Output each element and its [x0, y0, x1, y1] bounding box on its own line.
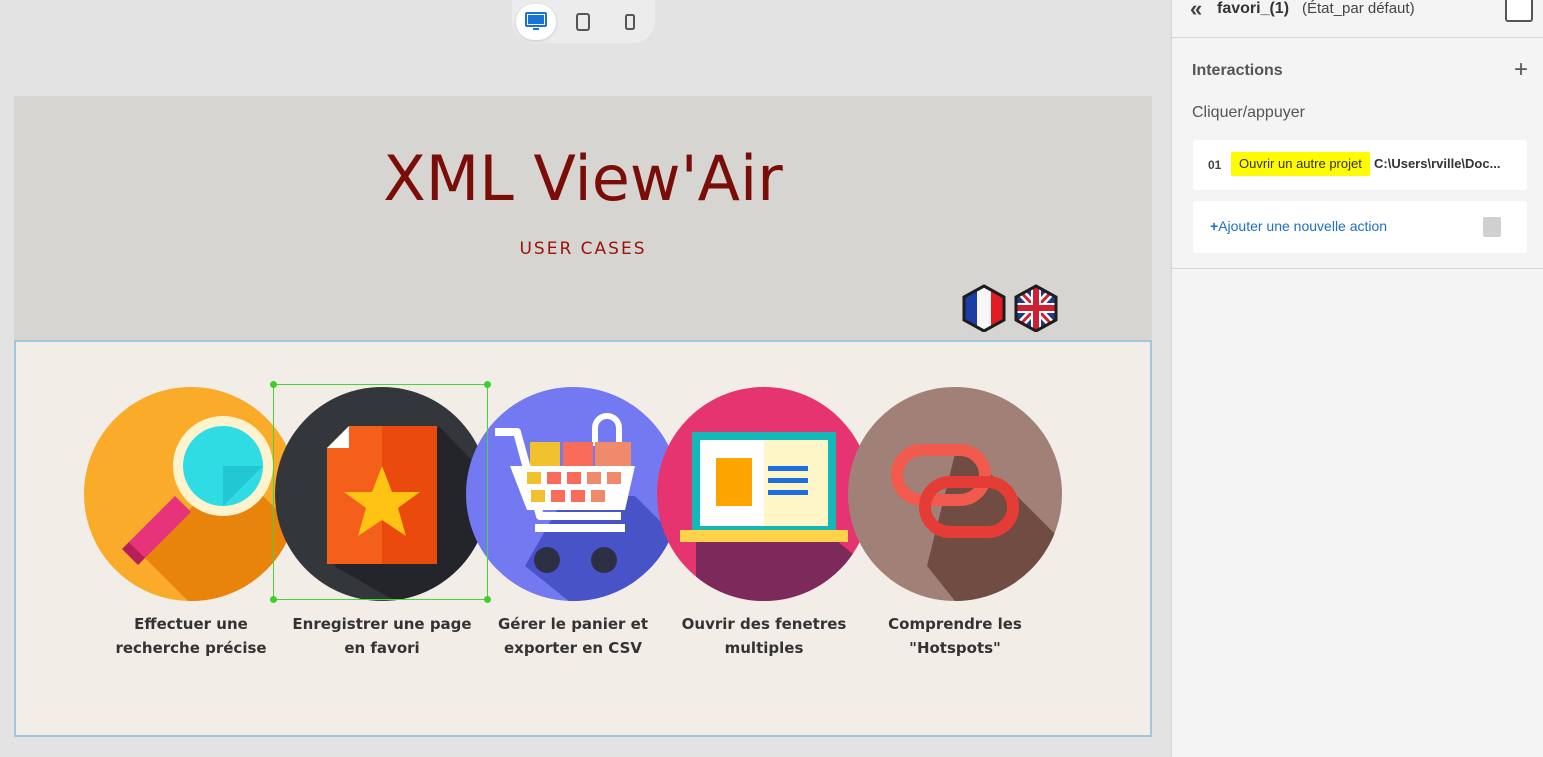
panel-header: « favori_(1) (État_par défaut): [1172, 0, 1543, 38]
action-item[interactable]: 01 Ouvrir un autre projet C:\Users\rvill…: [1193, 140, 1527, 190]
chevron-double-left-icon[interactable]: «: [1190, 0, 1202, 20]
resize-handle[interactable]: [484, 381, 491, 388]
magnifier-icon: [84, 387, 298, 601]
object-state: (État_par défaut): [1302, 0, 1415, 17]
tablet-view-button[interactable]: [563, 4, 603, 40]
trigger-label: Cliquer/appuyer: [1192, 104, 1305, 121]
preview-icon[interactable]: [1505, 0, 1533, 22]
selection-box[interactable]: [270, 381, 491, 603]
case-label: Comprendre les "Hotspots": [888, 615, 1022, 657]
object-name: favori_(1): [1217, 0, 1290, 17]
add-action-button[interactable]: +Ajouter une nouvelle action: [1193, 201, 1527, 253]
device-toggle-bar: [512, 0, 655, 43]
resize-handle[interactable]: [270, 596, 277, 603]
case-hotspots[interactable]: Comprendre les "Hotspots": [847, 386, 1063, 657]
divider: [1172, 268, 1543, 269]
case-search[interactable]: Effectuer une recherche précise: [83, 386, 299, 657]
add-action-label: +Ajouter une nouvelle action: [1210, 218, 1388, 234]
tablet-icon: [576, 12, 590, 31]
phone-icon: [625, 13, 635, 30]
page-title: XML View'Air: [383, 142, 783, 215]
link-icon: [848, 387, 1062, 601]
add-interaction-icon[interactable]: +: [1514, 56, 1528, 84]
case-cart[interactable]: Gérer le panier et exporter en CSV: [465, 386, 681, 657]
france-flag-icon[interactable]: [961, 284, 1007, 332]
desktop-icon: [525, 11, 547, 30]
page-subtitle: USER CASES: [519, 239, 647, 259]
action-number: 01: [1208, 158, 1222, 172]
user-cases-section: Effectuer une recherche précise Enregistr…: [14, 340, 1152, 737]
action-label: Ouvrir un autre projet: [1231, 152, 1370, 176]
phone-view-button[interactable]: [610, 4, 650, 40]
desktop-view-button[interactable]: [516, 3, 556, 40]
shopping-cart-icon: [466, 387, 680, 601]
clipboard-icon[interactable]: [1483, 217, 1501, 237]
header-banner: XML View'Air USER CASES: [14, 96, 1152, 341]
laptop-window-icon: [657, 387, 871, 601]
section-title: Interactions: [1192, 62, 1283, 79]
resize-handle[interactable]: [484, 596, 491, 603]
interactions-panel: « favori_(1) (État_par défaut) Interacti…: [1171, 0, 1543, 757]
project-canvas: XML View'Air USER CASES Effectuer une re…: [14, 96, 1152, 737]
resize-handle[interactable]: [270, 381, 277, 388]
action-path: C:\Users\rville\Doc...: [1374, 156, 1501, 171]
uk-flag-icon[interactable]: [1013, 284, 1059, 332]
case-windows[interactable]: Ouvrir des fenetres multiples: [656, 386, 872, 657]
